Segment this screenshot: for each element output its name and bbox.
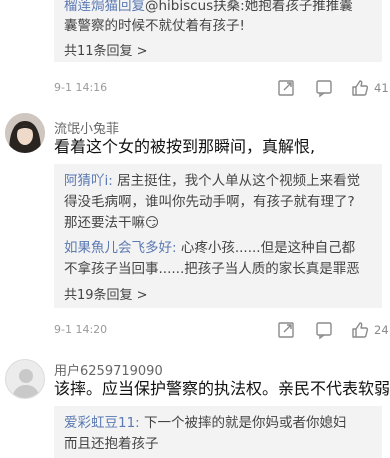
reply-line: 得没毛病啊，谁叫你先动手啊，有孩子就有理了? bbox=[64, 194, 355, 210]
comment-icon[interactable] bbox=[314, 78, 334, 98]
share-icon[interactable] bbox=[276, 78, 296, 98]
more-replies-link[interactable]: 共19条回复 > bbox=[64, 284, 148, 303]
reply-box-thread1: 榴莲焗猫回复@hibiscus扶桑:她抱着孩子推推囊 囊警察的时候不就仗着有孩子… bbox=[54, 0, 382, 62]
thumbs-up-icon[interactable] bbox=[350, 320, 370, 340]
reply-box-comment3: 爱彩虹豆11: 下一个被摔的就是你妈或者你媳妇 而且还抱着孩子 bbox=[54, 406, 382, 458]
comment-text: 看着这个女的被按到那瞬间，真解恨, bbox=[54, 137, 316, 156]
reply-line: 囊警察的时候不就仗着有孩子! bbox=[64, 18, 245, 34]
reply-line: 如果魚儿会飞多好: 心疼小孩......但是这种自己都 bbox=[64, 240, 356, 256]
reply-author[interactable]: 阿猜吖i: bbox=[64, 173, 113, 189]
reply-line: 那还要法干嘛😏 bbox=[64, 215, 160, 231]
thumbs-up-icon[interactable] bbox=[350, 78, 370, 98]
more-replies-link[interactable]: 共11条回复 > bbox=[64, 40, 148, 59]
comment-username[interactable]: 用户6259719090 bbox=[54, 360, 163, 379]
reply-line: 爱彩虹豆11: 下一个被摔的就是你妈或者你媳妇 bbox=[64, 415, 347, 431]
comment-time: 9-1 14:20 bbox=[54, 323, 108, 336]
like-count: 41 bbox=[374, 81, 389, 95]
reply-line: 不拿孩子当回事......把孩子当人质的家长真是罪恶 bbox=[64, 261, 360, 277]
reply-author[interactable]: 榴莲焗猫回复 bbox=[64, 0, 145, 14]
comment-icon[interactable] bbox=[314, 320, 334, 340]
share-icon[interactable] bbox=[276, 320, 296, 340]
comment-meta-row: 9-1 14:16 41 bbox=[54, 78, 389, 98]
reply-author[interactable]: 爱彩虹豆11: bbox=[64, 415, 140, 431]
avatar[interactable] bbox=[5, 113, 45, 153]
avatar[interactable] bbox=[5, 359, 45, 399]
smirk-emoji-icon: 😏 bbox=[145, 215, 160, 231]
comment-time: 9-1 14:16 bbox=[54, 81, 108, 94]
comment-username[interactable]: 流氓小兔菲 bbox=[54, 118, 119, 137]
reply-author[interactable]: 如果魚儿会飞多好: bbox=[64, 240, 177, 256]
comment-meta-row: 9-1 14:20 24 bbox=[54, 320, 389, 340]
reply-line: 阿猜吖i: 居主挺住，我个人单从这个视频上来看觉 bbox=[64, 173, 361, 189]
reply-box-comment2: 阿猜吖i: 居主挺住，我个人单从这个视频上来看觉 得没毛病啊，谁叫你先动手啊，有… bbox=[54, 164, 382, 308]
reply-line: 榴莲焗猫回复@hibiscus扶桑:她抱着孩子推推囊 bbox=[64, 0, 353, 14]
like-count: 24 bbox=[374, 323, 389, 337]
reply-line: 而且还抱着孩子 bbox=[64, 436, 159, 452]
comment-text: 该摔。应当保护警察的执法权。亲民不代表软弱。 bbox=[54, 379, 390, 398]
